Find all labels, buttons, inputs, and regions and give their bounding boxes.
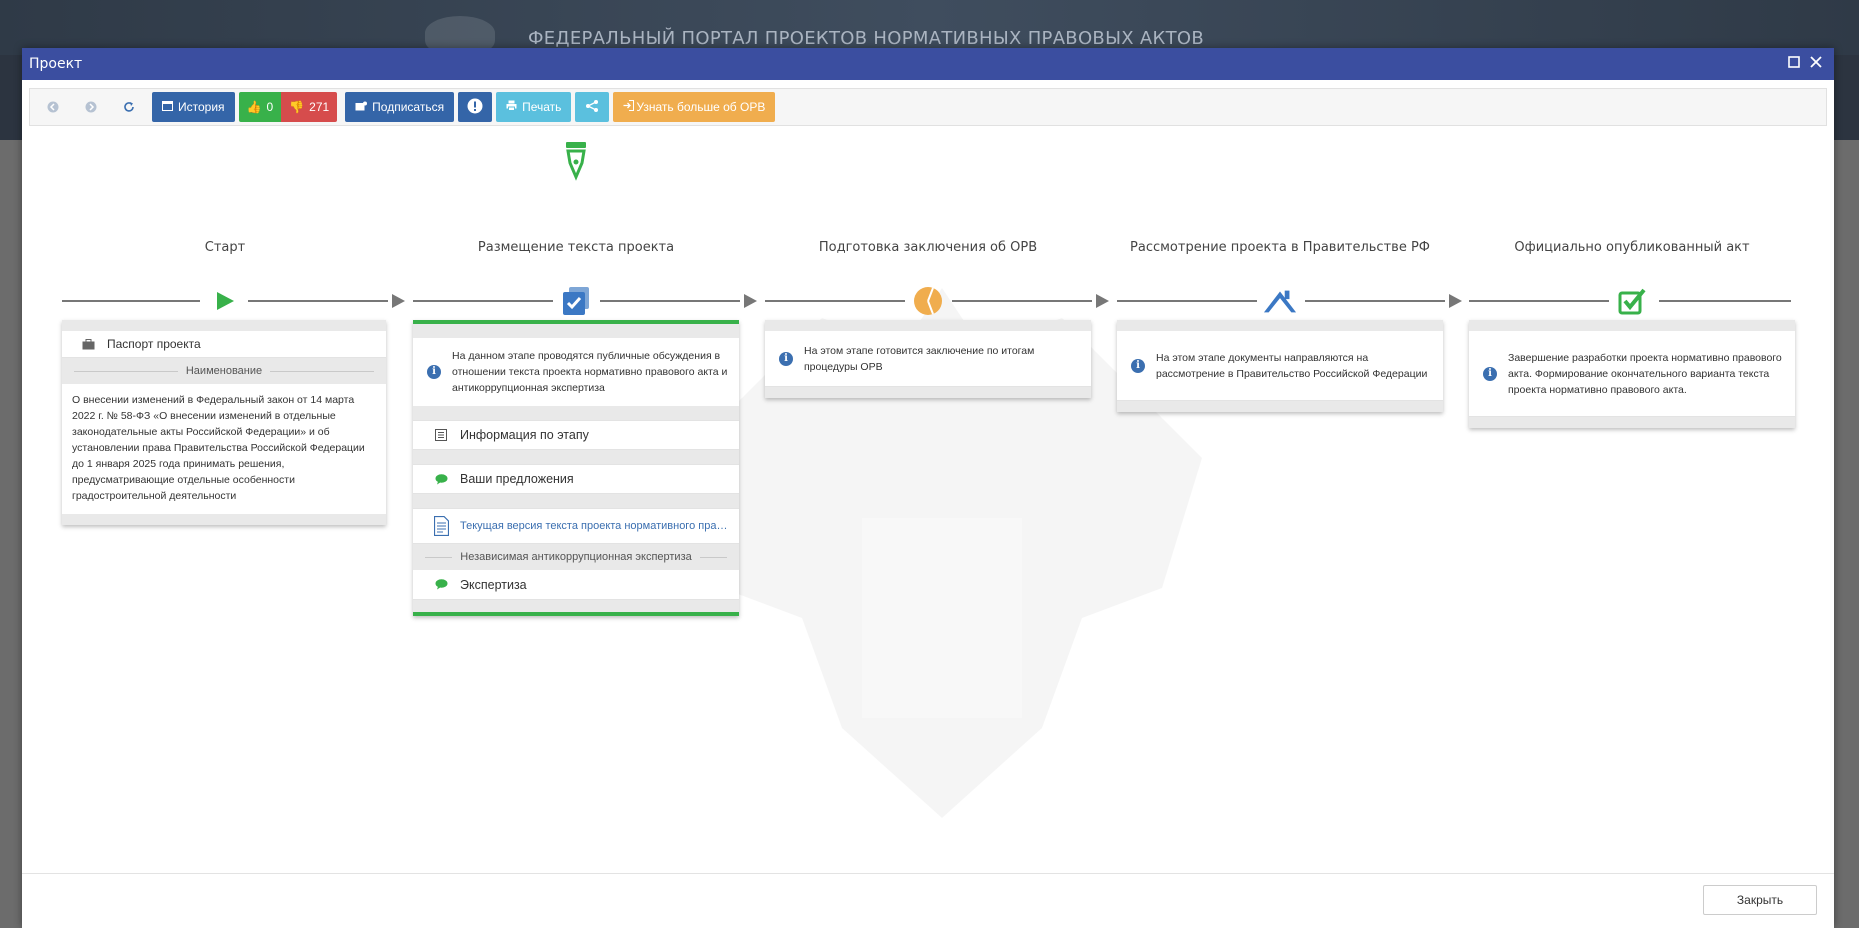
print-button[interactable]: Печать [496, 92, 572, 122]
passport-label: Паспорт проекта [107, 337, 201, 351]
suggestions-label: Ваши предложения [460, 472, 574, 486]
info-icon: i [779, 351, 793, 366]
subscribe-icon [355, 100, 368, 114]
pie-chart-icon[interactable] [911, 284, 945, 318]
dislike-button[interactable]: 👎 271 [281, 92, 338, 122]
back-icon[interactable] [38, 92, 68, 122]
stages-timeline: Старт Размещение текста проекта Подготов… [22, 142, 1834, 868]
print-label: Печать [522, 100, 562, 114]
alert-button[interactable] [458, 92, 493, 122]
likes-count: 0 [266, 100, 274, 114]
placement-info: i На данном этапе проводятся публичные о… [413, 338, 739, 406]
timeline-line [600, 300, 740, 302]
timeline-line [62, 300, 200, 302]
passport-card: Паспорт проекта Наименование О внесении … [62, 320, 386, 525]
comment-icon [433, 473, 449, 485]
stage-title-published: Официально опубликованный акт [1514, 240, 1750, 255]
timeline-arrow [1449, 294, 1462, 308]
document-icon [433, 516, 449, 536]
calendar-icon [162, 100, 173, 114]
printer-icon [506, 100, 517, 114]
close-button[interactable]: Закрыть [1703, 885, 1817, 915]
history-label: История [178, 100, 225, 114]
stage-title-government: Рассмотрение проекта в Правительстве РФ [1130, 240, 1430, 255]
learn-more-label: Узнать больше об ОРВ [636, 100, 766, 114]
stage-info-row[interactable]: Информация по этапу [413, 420, 739, 450]
toolbar: История 👍 0 👎 271 Подписаться Печать Узн… [29, 88, 1827, 126]
info-icon: i [1483, 366, 1497, 381]
timeline-arrow [1096, 294, 1109, 308]
stage-info-label: Информация по этапу [460, 428, 589, 442]
passport-row[interactable]: Паспорт проекта [62, 331, 386, 358]
learn-more-button[interactable]: Узнать больше об ОРВ [613, 92, 776, 122]
modal-header: Проект [22, 48, 1834, 80]
suggestions-row[interactable]: Ваши предложения [413, 464, 739, 494]
timeline-line [1305, 300, 1445, 302]
subscribe-button[interactable]: Подписаться [345, 92, 455, 122]
timeline-arrow [392, 294, 405, 308]
subscribe-label: Подписаться [372, 100, 445, 114]
sign-in-icon [623, 100, 635, 114]
expertise-row[interactable]: Экспертиза [413, 570, 739, 600]
current-version-link[interactable]: Текущая версия текста проекта нормативно… [460, 520, 728, 532]
timeline-line [1117, 300, 1257, 302]
timeline-arrow [744, 294, 757, 308]
government-info-text: На этом этапе документы направляются на … [1156, 351, 1428, 380]
orv-card: i На этом этапе готовится заключение по … [765, 320, 1091, 398]
name-header: Наименование [62, 358, 386, 384]
stage-title-orv: Подготовка заключения об ОРВ [818, 240, 1038, 255]
history-button[interactable]: История [152, 92, 235, 122]
orv-info: i На этом этапе готовится заключение по … [765, 331, 1091, 387]
roof-icon[interactable] [1263, 284, 1297, 318]
orv-info-text: На этом этапе готовится заключение по ит… [804, 344, 1035, 373]
info-icon: i [427, 365, 441, 379]
current-version-row[interactable]: Текущая версия текста проекта нормативно… [413, 508, 739, 544]
pen-nib-icon [566, 142, 586, 181]
project-modal: Проект История 👍 0 👎 271 Подписаться Печ… [22, 48, 1834, 928]
like-button[interactable]: 👍 0 [238, 92, 282, 122]
published-info-text: Завершение разработки проекта нормативно… [1508, 351, 1782, 396]
placement-info-text: На данном этапе проводятся публичные обс… [452, 350, 728, 394]
timeline-line [413, 300, 553, 302]
info-icon: i [1131, 358, 1145, 373]
portal-title: ФЕДЕРАЛЬНЫЙ ПОРТАЛ ПРОЕКТОВ НОРМАТИВНЫХ … [528, 28, 1205, 49]
background-emblem-icon [425, 16, 495, 50]
modal-footer: Закрыть [22, 873, 1834, 928]
timeline-line [1469, 300, 1609, 302]
share-button[interactable] [575, 92, 610, 122]
timeline-line [1659, 300, 1791, 302]
published-info: i Завершение разработки проекта норматив… [1469, 331, 1795, 417]
project-name-text: О внесении изменений в Федеральный закон… [72, 394, 365, 502]
share-icon [585, 99, 599, 116]
forward-icon[interactable] [76, 92, 106, 122]
timeline-line [248, 300, 388, 302]
published-card: i Завершение разработки проекта норматив… [1469, 320, 1795, 428]
exclamation-icon [467, 98, 483, 117]
list-icon [433, 429, 449, 441]
close-icon[interactable] [1808, 54, 1824, 72]
name-header-label: Наименование [177, 365, 271, 377]
stage-title-start: Старт [204, 240, 246, 255]
comment-icon [433, 579, 449, 590]
dislikes-count: 271 [309, 100, 330, 114]
modal-title: Проект [29, 56, 83, 72]
maximize-icon[interactable] [1786, 54, 1802, 72]
expertise-label: Экспертиза [460, 577, 527, 592]
timeline-line [952, 300, 1092, 302]
government-card: i На этом этапе документы направляются н… [1117, 320, 1443, 412]
thumbs-up-icon: 👍 [246, 100, 262, 114]
anticorruption-header-label: Независимая антикоррупционная экспертиза [452, 551, 700, 563]
briefcase-icon [82, 338, 95, 350]
checkbox-icon[interactable] [1615, 284, 1649, 318]
checked-document-icon[interactable] [559, 284, 593, 318]
refresh-icon[interactable] [114, 92, 144, 122]
anticorruption-header: Независимая антикоррупционная экспертиза [413, 544, 739, 570]
timeline-line [765, 300, 905, 302]
placement-card: i На данном этапе проводятся публичные о… [413, 320, 739, 616]
thumbs-down-icon: 👎 [289, 100, 305, 114]
stage-title-placement: Размещение текста проекта [477, 240, 675, 255]
play-icon[interactable] [208, 284, 242, 318]
government-info: i На этом этапе документы направляются н… [1117, 331, 1443, 401]
